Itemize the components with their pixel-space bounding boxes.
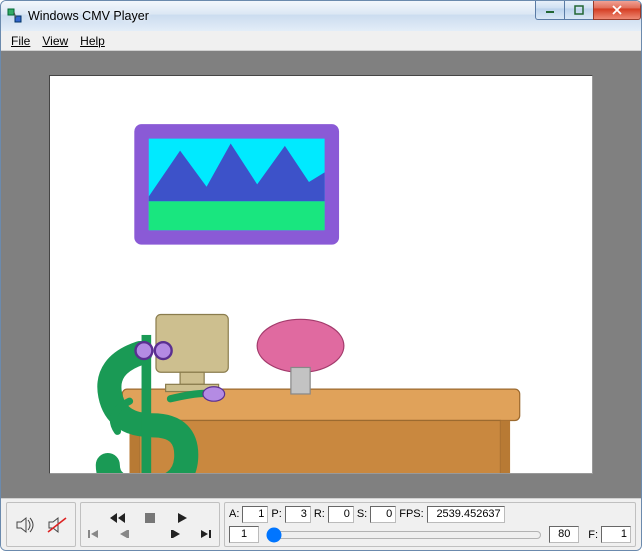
- rewind-button[interactable]: [107, 512, 129, 524]
- play-button[interactable]: [171, 512, 193, 524]
- menu-view[interactable]: View: [36, 32, 74, 50]
- app-window: Windows CMV Player File View Help: [0, 0, 642, 551]
- stop-button[interactable]: [139, 512, 161, 524]
- menu-help[interactable]: Help: [74, 32, 111, 50]
- transport-group: [80, 502, 220, 547]
- app-icon: [7, 8, 23, 24]
- value-A: 1: [242, 506, 268, 523]
- label-R: R:: [314, 508, 325, 520]
- client-area: [1, 51, 641, 498]
- titlebar: Windows CMV Player: [1, 1, 641, 31]
- sound-group: [6, 502, 76, 547]
- scene-illustration: [50, 76, 592, 474]
- sound-on-button[interactable]: [13, 514, 37, 536]
- menubar: File View Help: [1, 31, 641, 51]
- minimize-button[interactable]: [535, 0, 565, 20]
- value-F: 1: [601, 526, 631, 543]
- go-start-button[interactable]: [83, 529, 105, 539]
- label-A: A:: [229, 508, 239, 520]
- info-row-top: A: 1 P: 3 R: 0 S: 0 FPS: 2539.452637: [229, 505, 631, 524]
- close-button[interactable]: [593, 0, 641, 20]
- value-R: 0: [328, 506, 354, 523]
- label-FPS: FPS:: [399, 508, 423, 520]
- frame-slider-wrap: [262, 527, 546, 543]
- step-forward-button[interactable]: [165, 529, 187, 539]
- frame-slider[interactable]: [266, 527, 542, 543]
- frame-end: 80: [549, 526, 579, 543]
- video-canvas: [49, 75, 593, 474]
- go-end-button[interactable]: [195, 529, 217, 539]
- control-bar: A: 1 P: 3 R: 0 S: 0 FPS: 2539.452637 1 8…: [1, 498, 641, 550]
- label-S: S:: [357, 508, 367, 520]
- chair: [257, 319, 344, 394]
- maximize-button[interactable]: [564, 0, 594, 20]
- value-S: 0: [370, 506, 396, 523]
- menu-file[interactable]: File: [5, 32, 36, 50]
- value-FPS: 2539.452637: [427, 506, 505, 523]
- window-buttons: [536, 0, 641, 20]
- info-group: A: 1 P: 3 R: 0 S: 0 FPS: 2539.452637 1 8…: [224, 502, 636, 547]
- sound-mute-button[interactable]: [45, 514, 69, 536]
- label-F: F:: [588, 529, 598, 541]
- step-back-button[interactable]: [113, 529, 135, 539]
- label-P: P:: [271, 508, 281, 520]
- painting: [134, 124, 339, 244]
- info-row-bottom: 1 80 F: 1: [229, 526, 631, 545]
- value-P: 3: [285, 506, 311, 523]
- frame-start: 1: [229, 526, 259, 543]
